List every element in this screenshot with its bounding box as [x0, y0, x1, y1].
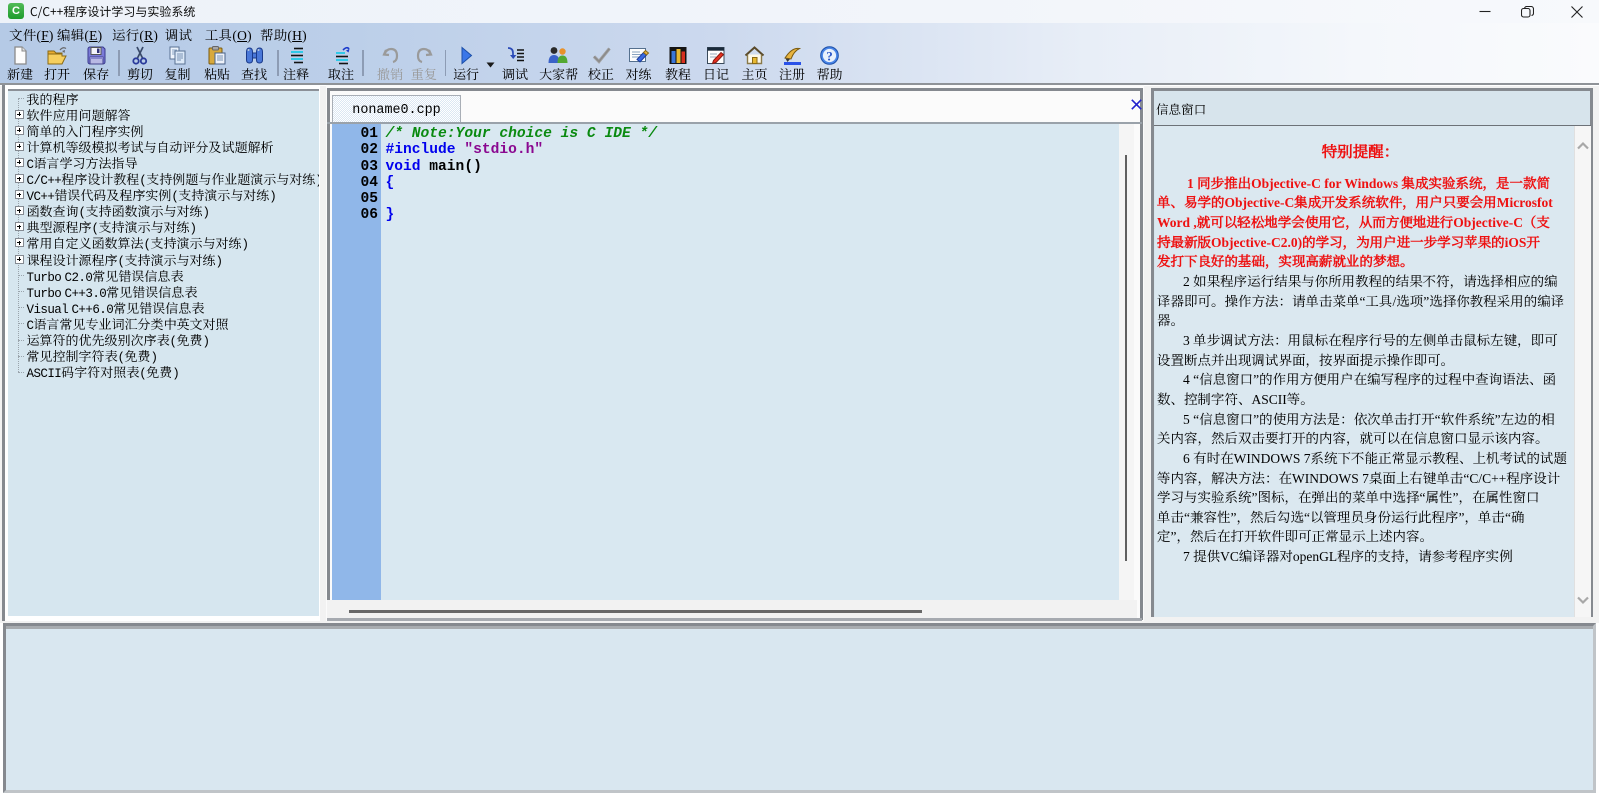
svg-text:?: ?: [826, 48, 833, 63]
